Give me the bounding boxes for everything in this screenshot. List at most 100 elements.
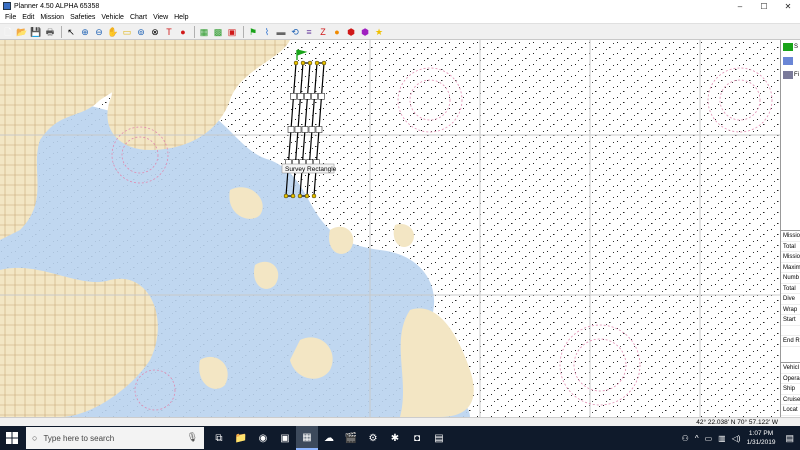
property-row[interactable]: Total	[781, 242, 800, 252]
zigzag-icon[interactable]: Z	[317, 26, 329, 38]
app-dark-icon[interactable]: ▣	[274, 426, 296, 450]
vehicle-icon[interactable]: ▬	[275, 26, 287, 38]
taskbar-search[interactable]: ○ Type here to search 🎙	[26, 427, 204, 449]
waypoint-marker[interactable]	[311, 193, 317, 199]
open-icon[interactable]: 📂	[16, 26, 28, 38]
select-arrow-icon[interactable]: ↖	[65, 26, 77, 38]
property-row[interactable]: Wrap	[781, 305, 800, 315]
chart-canvas[interactable]: Survey Rectangle	[0, 40, 780, 417]
waypoint-marker[interactable]	[300, 60, 306, 66]
property-row[interactable]: Maxim	[781, 263, 800, 273]
survey-pattern-alt-icon[interactable]: ▩	[212, 26, 224, 38]
property-row[interactable]: Locat	[781, 405, 800, 416]
menu-help[interactable]: Help	[171, 14, 191, 21]
waypoint-marker[interactable]	[314, 60, 320, 66]
property-row[interactable]: Missio	[781, 252, 800, 263]
zoom-extents-icon[interactable]: ⊚	[135, 26, 147, 38]
file-explorer-icon[interactable]: 📁	[230, 426, 252, 450]
track-segment-marker[interactable]	[315, 126, 323, 133]
new-icon[interactable]: 🗋	[2, 26, 14, 38]
tree-item[interactable]: S	[781, 40, 800, 54]
menu-file[interactable]: File	[2, 14, 19, 21]
track-segment-marker[interactable]	[294, 126, 302, 133]
waypoint-marker[interactable]	[321, 60, 327, 66]
waypoint-pin-icon[interactable]: ●	[177, 26, 189, 38]
nautical-chart-map[interactable]: Survey Rectangle	[0, 40, 780, 417]
property-row[interactable]: Cruise	[781, 395, 800, 405]
track-segment-marker[interactable]	[308, 126, 316, 133]
taskbar-clock[interactable]: 1:07 PM 1/31/2019	[747, 429, 776, 447]
task-view-icon[interactable]: ⧉	[208, 426, 230, 450]
print-icon[interactable]: 🖶	[44, 26, 56, 38]
property-row[interactable]	[781, 326, 800, 336]
lines-icon[interactable]: ≡	[303, 26, 315, 38]
safety-stop-icon[interactable]: ⬢	[345, 26, 357, 38]
chevron-up-icon[interactable]: ^	[695, 434, 699, 443]
track-segment-marker[interactable]	[311, 93, 318, 100]
menu-safeties[interactable]: Safeties	[67, 14, 98, 21]
track-segment-marker[interactable]	[301, 126, 309, 133]
property-row[interactable]: Missio	[781, 231, 800, 242]
volume-icon[interactable]: ◁)	[732, 434, 741, 443]
waypoint-marker[interactable]	[290, 193, 296, 199]
property-row[interactable]: Opera	[781, 374, 800, 384]
app-circle-icon[interactable]: ◉	[252, 426, 274, 450]
survey-rectangle-label-group[interactable]: Survey Rectangle	[281, 163, 337, 174]
waypoint-marker[interactable]	[293, 60, 299, 66]
zoom-in-icon[interactable]: ⊕	[79, 26, 91, 38]
tree-item[interactable]	[781, 54, 800, 68]
track-segment-marker[interactable]	[297, 93, 304, 100]
hydrophone-icon[interactable]: ⌇	[261, 26, 273, 38]
save-icon[interactable]: 💾	[30, 26, 42, 38]
app-red-icon[interactable]: ✱	[384, 426, 406, 450]
property-row[interactable]: Total	[781, 284, 800, 294]
app-gray-icon[interactable]: ◘	[406, 426, 428, 450]
menu-mission[interactable]: Mission	[37, 14, 67, 21]
notification-icon[interactable]: ▤	[785, 433, 794, 444]
maximize-button[interactable]: ☐	[752, 0, 776, 12]
minimize-button[interactable]: –	[728, 0, 752, 12]
planner-app-icon[interactable]: ▦	[296, 426, 318, 450]
survey-pattern-delete-icon[interactable]: ▣	[226, 26, 238, 38]
menu-view[interactable]: View	[150, 14, 171, 21]
pan-hand-icon[interactable]: ✋	[107, 26, 119, 38]
track-segment-marker[interactable]	[318, 93, 325, 100]
menu-edit[interactable]: Edit	[19, 14, 37, 21]
property-row[interactable]: Vehicl	[781, 363, 800, 374]
property-row[interactable]: Dive	[781, 294, 800, 305]
app-blue-icon[interactable]: ▤	[428, 426, 450, 450]
crosshair-icon[interactable]: ⊗	[149, 26, 161, 38]
property-row[interactable]: Start	[781, 315, 800, 326]
star-icon[interactable]: ★	[373, 26, 385, 38]
track-segment-marker[interactable]	[287, 126, 295, 133]
orange-circle-icon[interactable]: ●	[331, 26, 343, 38]
waypoint-marker[interactable]	[307, 60, 313, 66]
network-icon[interactable]: ▥	[718, 434, 726, 443]
property-row[interactable]: Ship	[781, 384, 800, 395]
menu-chart[interactable]: Chart	[127, 14, 150, 21]
track-segment-marker[interactable]	[290, 93, 297, 100]
settings-icon[interactable]: ⚙	[362, 426, 384, 450]
survey-pattern-icon[interactable]: ▦	[198, 26, 210, 38]
zoom-out-icon[interactable]: ⊖	[93, 26, 105, 38]
tree-item[interactable]: Fi	[781, 68, 800, 82]
purple-hex-icon[interactable]: ⬢	[359, 26, 371, 38]
waypoint-marker[interactable]	[304, 193, 310, 199]
track-segment-marker[interactable]	[304, 93, 311, 100]
green-flag-icon[interactable]: ⚑	[247, 26, 259, 38]
app-clapper-icon[interactable]: 🎬	[340, 426, 362, 450]
measure-ruler-icon[interactable]: ▭	[121, 26, 133, 38]
battery-icon[interactable]: ▭	[705, 434, 713, 443]
property-row[interactable]: End R	[781, 336, 800, 347]
app-cloud-icon[interactable]: ☁	[318, 426, 340, 450]
start-button[interactable]	[0, 426, 24, 450]
text-tool-icon[interactable]: T	[163, 26, 175, 38]
microphone-icon[interactable]: 🎙	[187, 432, 198, 443]
menu-vehicle[interactable]: Vehicle	[98, 14, 127, 21]
waypoint-marker[interactable]	[283, 193, 289, 199]
property-row[interactable]: Numb	[781, 273, 800, 284]
waypoint-marker[interactable]	[297, 193, 303, 199]
close-button[interactable]: ✕	[776, 0, 800, 12]
people-icon[interactable]: ⚇	[682, 434, 689, 443]
loiter-icon[interactable]: ⟲	[289, 26, 301, 38]
